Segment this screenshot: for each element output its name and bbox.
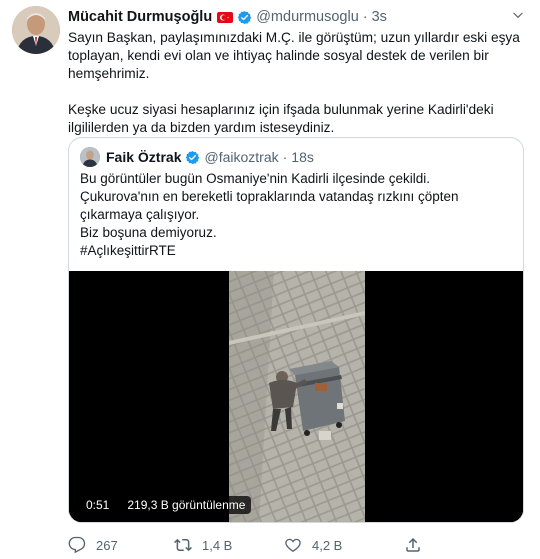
quoted-tweet-header: Faik Öztrak @faikoztrak · 18s bbox=[80, 147, 314, 167]
author-avatar[interactable] bbox=[12, 6, 60, 54]
quoted-author-handle: @faikoztrak bbox=[204, 149, 279, 165]
retweet-count: 1,4 B bbox=[202, 537, 233, 553]
tweet-timestamp[interactable]: 3s bbox=[372, 9, 387, 25]
share-button[interactable] bbox=[404, 536, 444, 554]
retweet-icon bbox=[174, 538, 192, 552]
tweet: Mücahit Durmuşoğlu @mdurmusoglu · 3s Say… bbox=[0, 0, 540, 559]
quoted-tweet[interactable]: Faik Öztrak @faikoztrak · 18s Bu görüntü… bbox=[68, 137, 524, 523]
more-options-icon[interactable] bbox=[508, 8, 528, 24]
quoted-tweet-text: Bu görüntüler bugün Osmaniye'nin Kadirli… bbox=[80, 171, 459, 258]
tweet-text-paragraph: Sayın Başkan, paylaşımınızdaki M.Ç. ile … bbox=[68, 30, 520, 81]
reply-count: 267 bbox=[96, 537, 118, 553]
video-thumbnail bbox=[69, 271, 523, 522]
reply-button[interactable]: 267 bbox=[68, 536, 174, 554]
author-name[interactable]: Mücahit Durmuşoğlu bbox=[68, 9, 212, 25]
tweet-text: Sayın Başkan, paylaşımınızdaki M.Ç. ile … bbox=[68, 29, 528, 137]
verified-badge-icon bbox=[237, 10, 252, 25]
quoted-author-avatar bbox=[80, 147, 100, 167]
like-count: 4,2 B bbox=[312, 537, 343, 553]
video-player[interactable]: 0:51 219,3 B görüntülenme bbox=[69, 271, 523, 522]
quoted-tweet-timestamp: 18s bbox=[291, 149, 314, 165]
quoted-author-name: Faik Öztrak bbox=[106, 149, 182, 165]
retweet-button[interactable]: 1,4 B bbox=[174, 536, 284, 554]
share-icon bbox=[406, 537, 420, 552]
separator-dot: · bbox=[282, 149, 288, 165]
turkey-flag-icon bbox=[217, 11, 234, 23]
verified-badge-icon bbox=[185, 150, 200, 165]
tweet-actions: 267 1,4 B 4,2 B bbox=[68, 535, 488, 555]
heart-icon bbox=[285, 538, 301, 553]
tweet-header: Mücahit Durmuşoğlu @mdurmusoglu · 3s bbox=[68, 8, 387, 26]
like-button[interactable]: 4,2 B bbox=[284, 536, 404, 554]
author-handle[interactable]: @mdurmusoglu bbox=[256, 9, 359, 25]
reply-icon bbox=[68, 536, 86, 554]
tweet-text-paragraph: Keşke ucuz siyasi hesaplarınız için ifşa… bbox=[68, 102, 494, 135]
video-view-count: 219,3 B görüntülenme bbox=[121, 496, 252, 514]
separator-dot: · bbox=[362, 9, 368, 25]
video-meta: 0:51 219,3 B görüntülenme bbox=[80, 496, 252, 514]
video-duration: 0:51 bbox=[80, 496, 116, 514]
